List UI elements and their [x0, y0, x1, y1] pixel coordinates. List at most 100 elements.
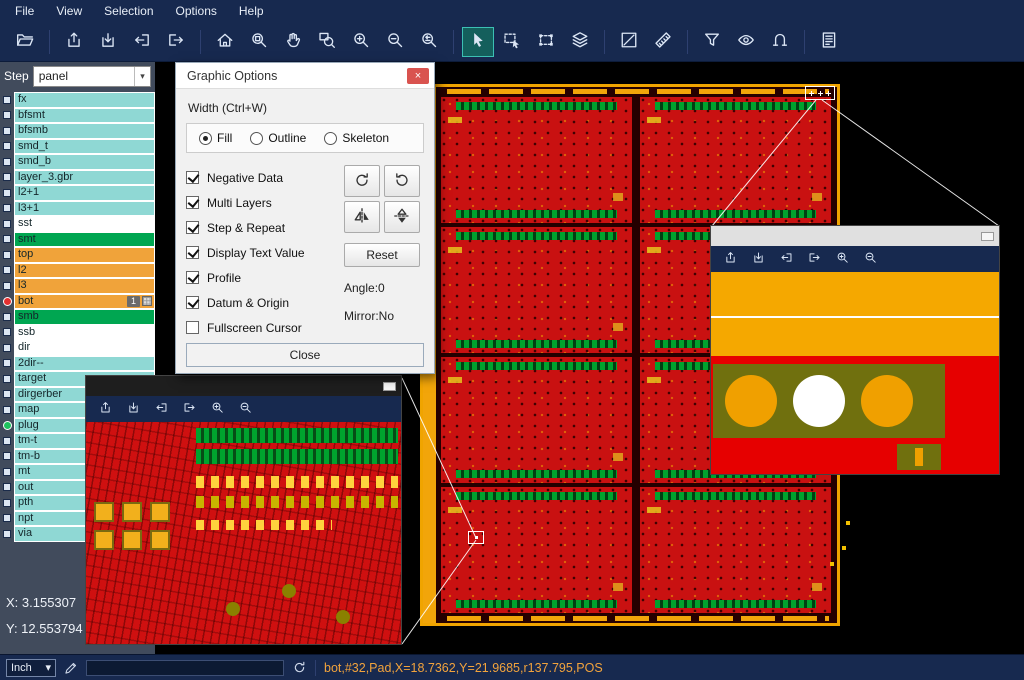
layer-visibility-toggle[interactable] — [0, 511, 14, 527]
layer-visibility-toggle[interactable] — [0, 526, 14, 542]
layer-item[interactable]: fx — [14, 92, 155, 108]
pan-hand-button[interactable] — [277, 27, 309, 57]
layer-visibility-toggle[interactable] — [0, 340, 14, 356]
step-select[interactable]: panel ▾ — [33, 66, 151, 87]
open-folder-button[interactable] — [9, 27, 41, 57]
magnifier-2-view[interactable] — [711, 272, 999, 474]
trace-button[interactable] — [764, 27, 796, 57]
filter-button[interactable] — [696, 27, 728, 57]
layer-item[interactable]: bfsmb — [14, 123, 155, 139]
ruler-button[interactable] — [647, 27, 679, 57]
layer-item[interactable]: l3 — [14, 278, 155, 294]
refresh-icon[interactable] — [292, 660, 307, 675]
home-button[interactable] — [209, 27, 241, 57]
layers-stack-button[interactable] — [564, 27, 596, 57]
unit-select[interactable]: Inch ▾ — [6, 659, 56, 677]
select-rect-button[interactable] — [496, 27, 528, 57]
radio-fill[interactable]: Fill — [199, 131, 232, 145]
select-arrow-button[interactable] — [462, 27, 494, 57]
import-right-button[interactable] — [160, 27, 192, 57]
layer-visibility-toggle[interactable] — [0, 495, 14, 511]
import-left-button[interactable] — [149, 399, 173, 419]
line-tool-button[interactable] — [613, 27, 645, 57]
layer-item[interactable]: top — [14, 247, 155, 263]
layer-visibility-toggle[interactable] — [0, 433, 14, 449]
rotate-cw-button[interactable] — [344, 165, 380, 197]
import-bottom-button[interactable] — [746, 249, 770, 269]
magnifier-1-titlebar[interactable] — [86, 376, 401, 396]
layer-visibility-toggle[interactable] — [0, 325, 14, 341]
layer-visibility-toggle[interactable] — [0, 278, 14, 294]
layer-item[interactable]: l2 — [14, 263, 155, 279]
minimize-box-icon[interactable] — [981, 232, 994, 241]
reset-button[interactable]: Reset — [344, 243, 420, 267]
layer-item[interactable]: smb — [14, 309, 155, 325]
layer-visibility-toggle[interactable] — [0, 92, 14, 108]
zoom-in-button[interactable] — [830, 249, 854, 269]
layer-item[interactable]: smd_b — [14, 154, 155, 170]
zoom-in-button[interactable] — [345, 27, 377, 57]
layer-visibility-toggle[interactable] — [0, 294, 14, 310]
layer-item[interactable]: 2dir-- — [14, 356, 155, 372]
zoom-out-button[interactable] — [858, 249, 882, 269]
layer-visibility-toggle[interactable] — [0, 201, 14, 217]
layer-item[interactable]: smd_t — [14, 139, 155, 155]
layer-visibility-toggle[interactable] — [0, 185, 14, 201]
checkbox-multi-layers[interactable]: Multi Layers — [186, 190, 338, 215]
layer-visibility-toggle[interactable] — [0, 139, 14, 155]
import-left-button[interactable] — [126, 27, 158, 57]
zoom-window-button[interactable] — [311, 27, 343, 57]
zoom-fit-button[interactable] — [243, 27, 275, 57]
close-button[interactable]: Close — [186, 343, 424, 367]
layer-item[interactable]: bfsmt — [14, 108, 155, 124]
layer-visibility-toggle[interactable] — [0, 216, 14, 232]
dialog-titlebar[interactable]: Graphic Options × — [176, 63, 434, 89]
layer-visibility-toggle[interactable] — [0, 371, 14, 387]
menu-view[interactable]: View — [45, 0, 93, 22]
magnifier-1-view[interactable] — [86, 422, 401, 644]
layer-item[interactable]: layer_3.gbr — [14, 170, 155, 186]
checkbox-display-text-value[interactable]: Display Text Value — [186, 240, 338, 265]
checkbox-negative-data[interactable]: Negative Data — [186, 165, 338, 190]
close-icon[interactable]: × — [407, 68, 429, 84]
menu-file[interactable]: File — [4, 0, 45, 22]
import-top-button[interactable] — [93, 399, 117, 419]
import-right-button[interactable] — [177, 399, 201, 419]
select-poly-button[interactable] — [530, 27, 562, 57]
flip-h-button[interactable] — [344, 201, 380, 233]
layer-visibility-toggle[interactable] — [0, 170, 14, 186]
eye-button[interactable] — [730, 27, 762, 57]
layer-visibility-toggle[interactable] — [0, 232, 14, 248]
radio-skeleton[interactable]: Skeleton — [324, 131, 389, 145]
import-bottom-button[interactable] — [92, 27, 124, 57]
command-input[interactable] — [86, 660, 284, 676]
menu-selection[interactable]: Selection — [93, 0, 164, 22]
layer-visibility-toggle[interactable] — [0, 108, 14, 124]
layer-visibility-toggle[interactable] — [0, 418, 14, 434]
layer-visibility-toggle[interactable] — [0, 480, 14, 496]
layer-visibility-toggle[interactable] — [0, 263, 14, 279]
layer-visibility-toggle[interactable] — [0, 154, 14, 170]
import-top-button[interactable] — [718, 249, 742, 269]
zoom-in-button[interactable] — [205, 399, 229, 419]
report-button[interactable] — [813, 27, 845, 57]
import-top-button[interactable] — [58, 27, 90, 57]
layer-visibility-toggle[interactable] — [0, 356, 14, 372]
layer-visibility-toggle[interactable] — [0, 123, 14, 139]
magnifier-2-titlebar[interactable] — [711, 226, 999, 246]
layer-item[interactable]: sst — [14, 216, 155, 232]
rotate-ccw-button[interactable] — [384, 165, 420, 197]
layer-visibility-toggle[interactable] — [0, 309, 14, 325]
layer-item[interactable]: l2+1 — [14, 185, 155, 201]
layer-visibility-toggle[interactable] — [0, 402, 14, 418]
import-bottom-button[interactable] — [121, 399, 145, 419]
import-right-button[interactable] — [802, 249, 826, 269]
layer-visibility-toggle[interactable] — [0, 247, 14, 263]
minimize-box-icon[interactable] — [383, 382, 396, 391]
zoom-out-button[interactable] — [233, 399, 257, 419]
layer-item[interactable]: bot1 — [14, 294, 155, 310]
checkbox-step-repeat[interactable]: Step & Repeat — [186, 215, 338, 240]
layer-item[interactable]: smt — [14, 232, 155, 248]
menu-help[interactable]: Help — [228, 0, 275, 22]
radio-outline[interactable]: Outline — [250, 131, 306, 145]
